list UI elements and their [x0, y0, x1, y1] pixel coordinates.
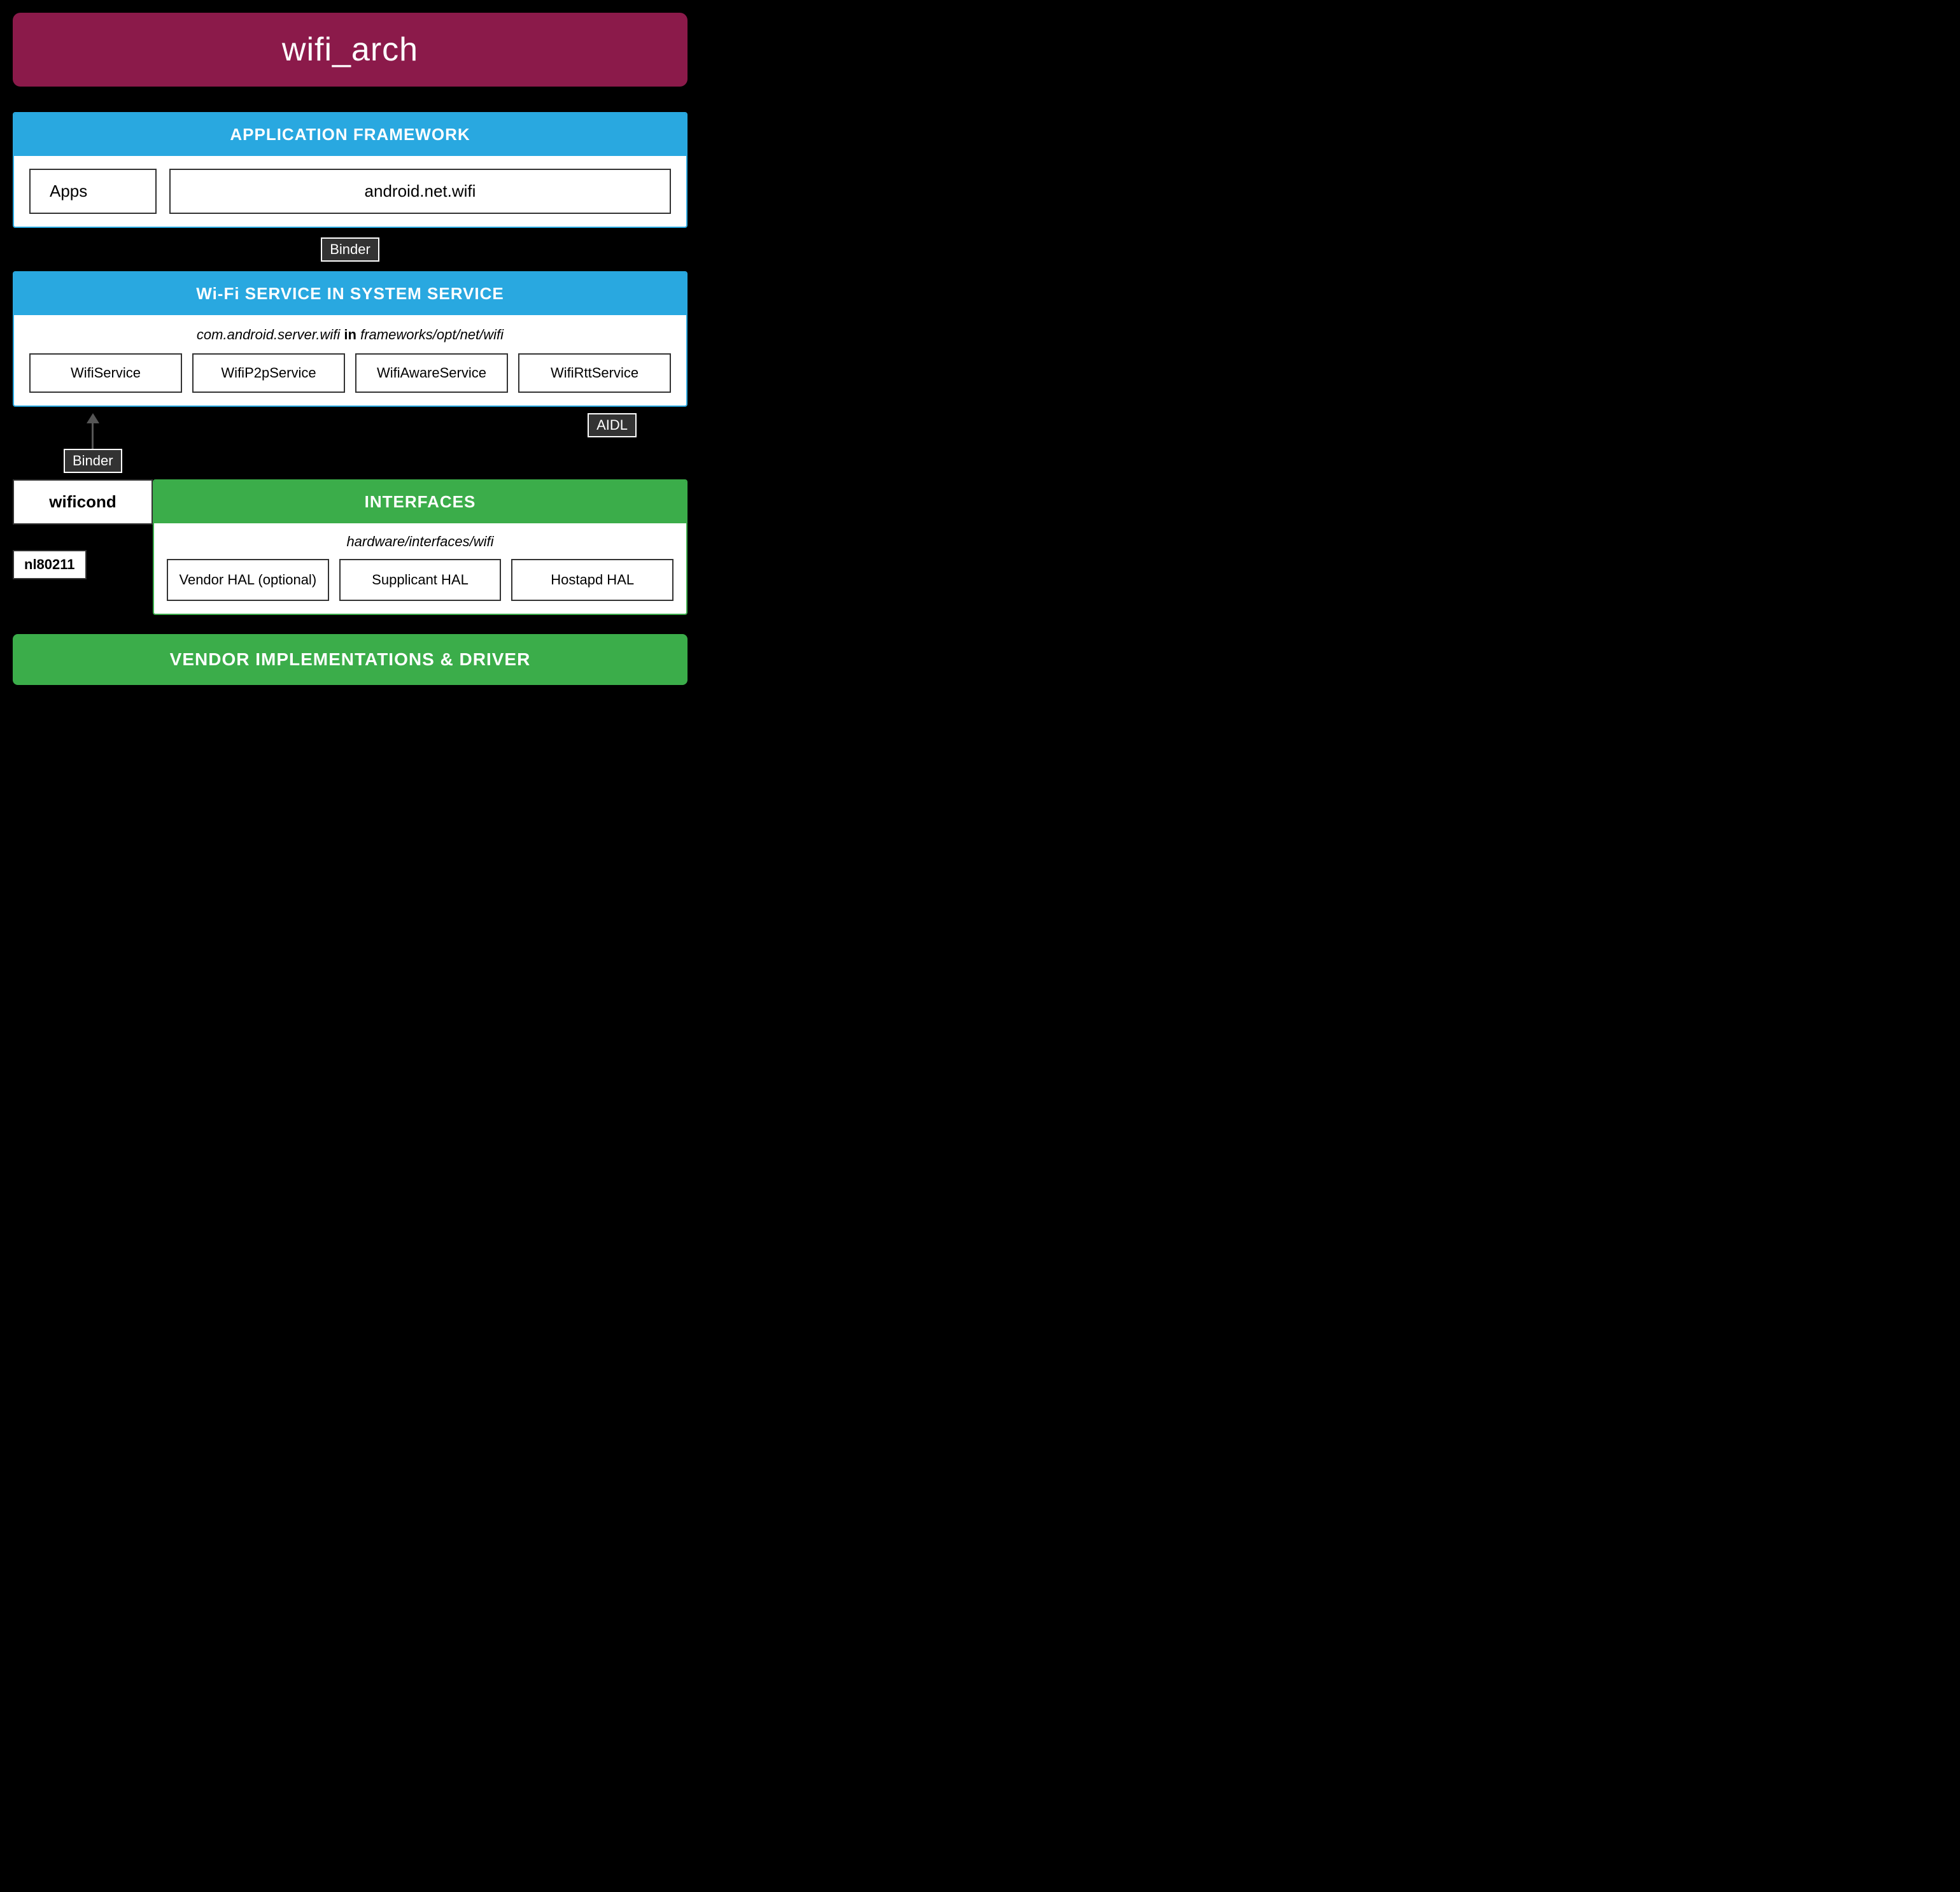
- supplicant-hal-label: Supplicant HAL: [372, 572, 469, 588]
- wifi-service-box: WifiService: [29, 353, 182, 393]
- arrow-up-icon: [87, 413, 99, 423]
- aidl-label: AIDL: [588, 413, 637, 437]
- interfaces-items: Vendor HAL (optional) Supplicant HAL Hos…: [167, 559, 673, 601]
- subtitle-bold: in: [344, 327, 360, 342]
- wificond-label: wificond: [49, 492, 116, 511]
- vendor-bar: VENDOR IMPLEMENTATIONS & DRIVER: [13, 634, 687, 685]
- wifiaware-service-box: WifiAwareService: [355, 353, 508, 393]
- interfaces-section: INTERFACES hardware/interfaces/wifi Vend…: [153, 479, 687, 615]
- connector-row-2: Binder AIDL: [13, 407, 687, 479]
- app-framework-header: APPLICATION FRAMEWORK: [14, 113, 686, 156]
- nl80211-box: nl80211: [13, 550, 87, 579]
- vendor-hal-label: Vendor HAL (optional): [180, 572, 317, 588]
- interfaces-content: hardware/interfaces/wifi Vendor HAL (opt…: [154, 523, 686, 614]
- page-title: wifi_arch: [38, 31, 662, 69]
- binder-connector-1: Binder: [13, 228, 687, 271]
- android-net-wifi-label: android.net.wifi: [365, 181, 476, 201]
- vendor-hal-box: Vendor HAL (optional): [167, 559, 329, 601]
- subtitle-post: frameworks/opt/net/wifi: [360, 327, 504, 342]
- nl80211-label: nl80211: [24, 556, 75, 572]
- apps-label: Apps: [50, 181, 87, 201]
- app-framework-section: APPLICATION FRAMEWORK Apps android.net.w…: [13, 112, 687, 228]
- wifirtt-service-box: WifiRttService: [518, 353, 671, 393]
- binder-connector-2: Binder: [13, 413, 122, 473]
- vendor-bar-label: VENDOR IMPLEMENTATIONS & DRIVER: [170, 649, 531, 669]
- vert-line-left: [92, 423, 94, 449]
- wificond-box: wificond: [13, 479, 153, 525]
- interfaces-label: INTERFACES: [365, 492, 476, 511]
- wifi-service-subtitle: com.android.server.wifi in frameworks/op…: [29, 327, 671, 343]
- app-framework-label: APPLICATION FRAMEWORK: [230, 125, 470, 144]
- hostapd-hal-label: Hostapd HAL: [551, 572, 634, 588]
- interfaces-subtitle-text: hardware/interfaces/wifi: [346, 533, 493, 549]
- interfaces-row: wificond nl80211 INTERFACES hardware/int…: [13, 479, 687, 615]
- supplicant-hal-box: Supplicant HAL: [339, 559, 502, 601]
- aidl-connector: AIDL: [588, 413, 687, 437]
- page-container: wifi_arch APPLICATION FRAMEWORK Apps and…: [13, 13, 687, 685]
- wifi-service-label: Wi-Fi SERVICE IN SYSTEM SERVICE: [196, 284, 504, 303]
- title-bar: wifi_arch: [13, 13, 687, 87]
- binder-label-1: Binder: [321, 237, 379, 262]
- interfaces-header: INTERFACES: [154, 481, 686, 523]
- app-framework-items: Apps android.net.wifi: [14, 156, 686, 227]
- hostapd-hal-box: Hostapd HAL: [511, 559, 673, 601]
- android-net-wifi-box: android.net.wifi: [169, 169, 671, 214]
- binder-label-2: Binder: [64, 449, 122, 473]
- wifi-service-items: WifiService WifiP2pService WifiAwareServ…: [29, 353, 671, 393]
- wificond-column: wificond nl80211: [13, 479, 153, 615]
- wifi-service-content: com.android.server.wifi in frameworks/op…: [14, 315, 686, 406]
- subtitle-pre: com.android.server.wifi: [197, 327, 340, 342]
- wifi-service-section: Wi-Fi SERVICE IN SYSTEM SERVICE com.andr…: [13, 271, 687, 407]
- apps-box: Apps: [29, 169, 157, 214]
- wifiaware-service-label: WifiAwareService: [377, 365, 486, 381]
- wifip2p-service-label: WifiP2pService: [221, 365, 316, 381]
- wifirtt-service-label: WifiRttService: [551, 365, 638, 381]
- interfaces-subtitle: hardware/interfaces/wifi: [167, 533, 673, 550]
- wifip2p-service-box: WifiP2pService: [192, 353, 345, 393]
- wifi-service-header: Wi-Fi SERVICE IN SYSTEM SERVICE: [14, 272, 686, 315]
- wifi-service-item-label: WifiService: [71, 365, 141, 381]
